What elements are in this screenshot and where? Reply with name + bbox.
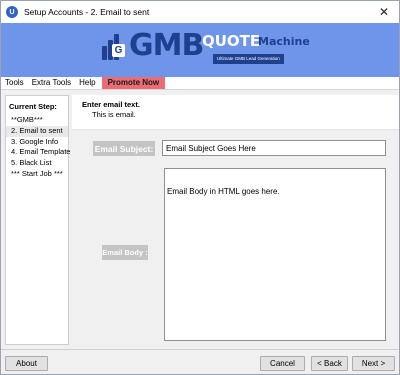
menu-help[interactable]: Help xyxy=(75,77,99,89)
cancel-button[interactable]: Cancel xyxy=(260,356,305,371)
step-info-title: Enter email text. xyxy=(82,100,140,109)
next-button[interactable]: Next > xyxy=(352,356,395,371)
email-subject-input[interactable] xyxy=(162,140,386,156)
menu-promote-now[interactable]: Promote Now xyxy=(101,77,166,89)
step-item-email-template[interactable]: 4. Email Template xyxy=(6,147,70,158)
menu-tools[interactable]: Tools xyxy=(1,77,28,89)
setup-accounts-window: U Setup Accounts - 2. Email to sent ✕ G … xyxy=(0,0,400,375)
title-bar: U Setup Accounts - 2. Email to sent ✕ xyxy=(1,1,399,23)
app-icon: U xyxy=(6,6,18,18)
logo-machine-text: Machine xyxy=(258,35,310,48)
step-info: Enter email text. This is email. xyxy=(72,95,399,130)
footer-divider xyxy=(1,349,399,350)
back-button[interactable]: < Back xyxy=(311,356,348,371)
menu-divider xyxy=(1,89,399,90)
email-body-textarea[interactable]: Email Body in HTML goes here. xyxy=(164,168,386,341)
step-item-start-job[interactable]: *** Start Job *** xyxy=(6,169,68,180)
email-body-label: Email Body : xyxy=(102,245,148,260)
about-button[interactable]: About xyxy=(5,356,48,371)
logo-gmb-text: GMB xyxy=(129,28,204,63)
close-icon[interactable]: ✕ xyxy=(373,3,395,21)
step-item-google-info[interactable]: 3. Google Info xyxy=(6,137,68,148)
step-item-email-to-sent[interactable]: 2. Email to sent xyxy=(6,125,68,137)
step-info-subtitle: This is email. xyxy=(92,110,136,119)
window-title: Setup Accounts - 2. Email to sent xyxy=(24,7,150,17)
steps-panel: Current Step: **GMB*** 2. Email to sent … xyxy=(5,95,70,345)
logo: G GMB QUOTE Machine Ultimate GMB Lead Ge… xyxy=(102,29,322,71)
banner: G GMB QUOTE Machine Ultimate GMB Lead Ge… xyxy=(1,23,399,77)
step-item-gmb[interactable]: **GMB*** xyxy=(6,115,68,126)
steps-title: Current Step: xyxy=(9,102,57,111)
menu-extra-tools[interactable]: Extra Tools xyxy=(28,77,75,89)
logo-tagline: Ultimate GMB Lead Generation xyxy=(213,54,284,64)
step-item-black-list[interactable]: 5. Black List xyxy=(6,158,68,169)
menu-bar: Tools Extra Tools Help Promote Now xyxy=(1,77,399,89)
steps-list: **GMB*** 2. Email to sent 3. Google Info… xyxy=(6,115,70,180)
logo-g-icon: G xyxy=(112,44,125,57)
email-subject-label: Email Subject: xyxy=(93,141,155,156)
logo-quote-text: QUOTE xyxy=(202,32,261,50)
